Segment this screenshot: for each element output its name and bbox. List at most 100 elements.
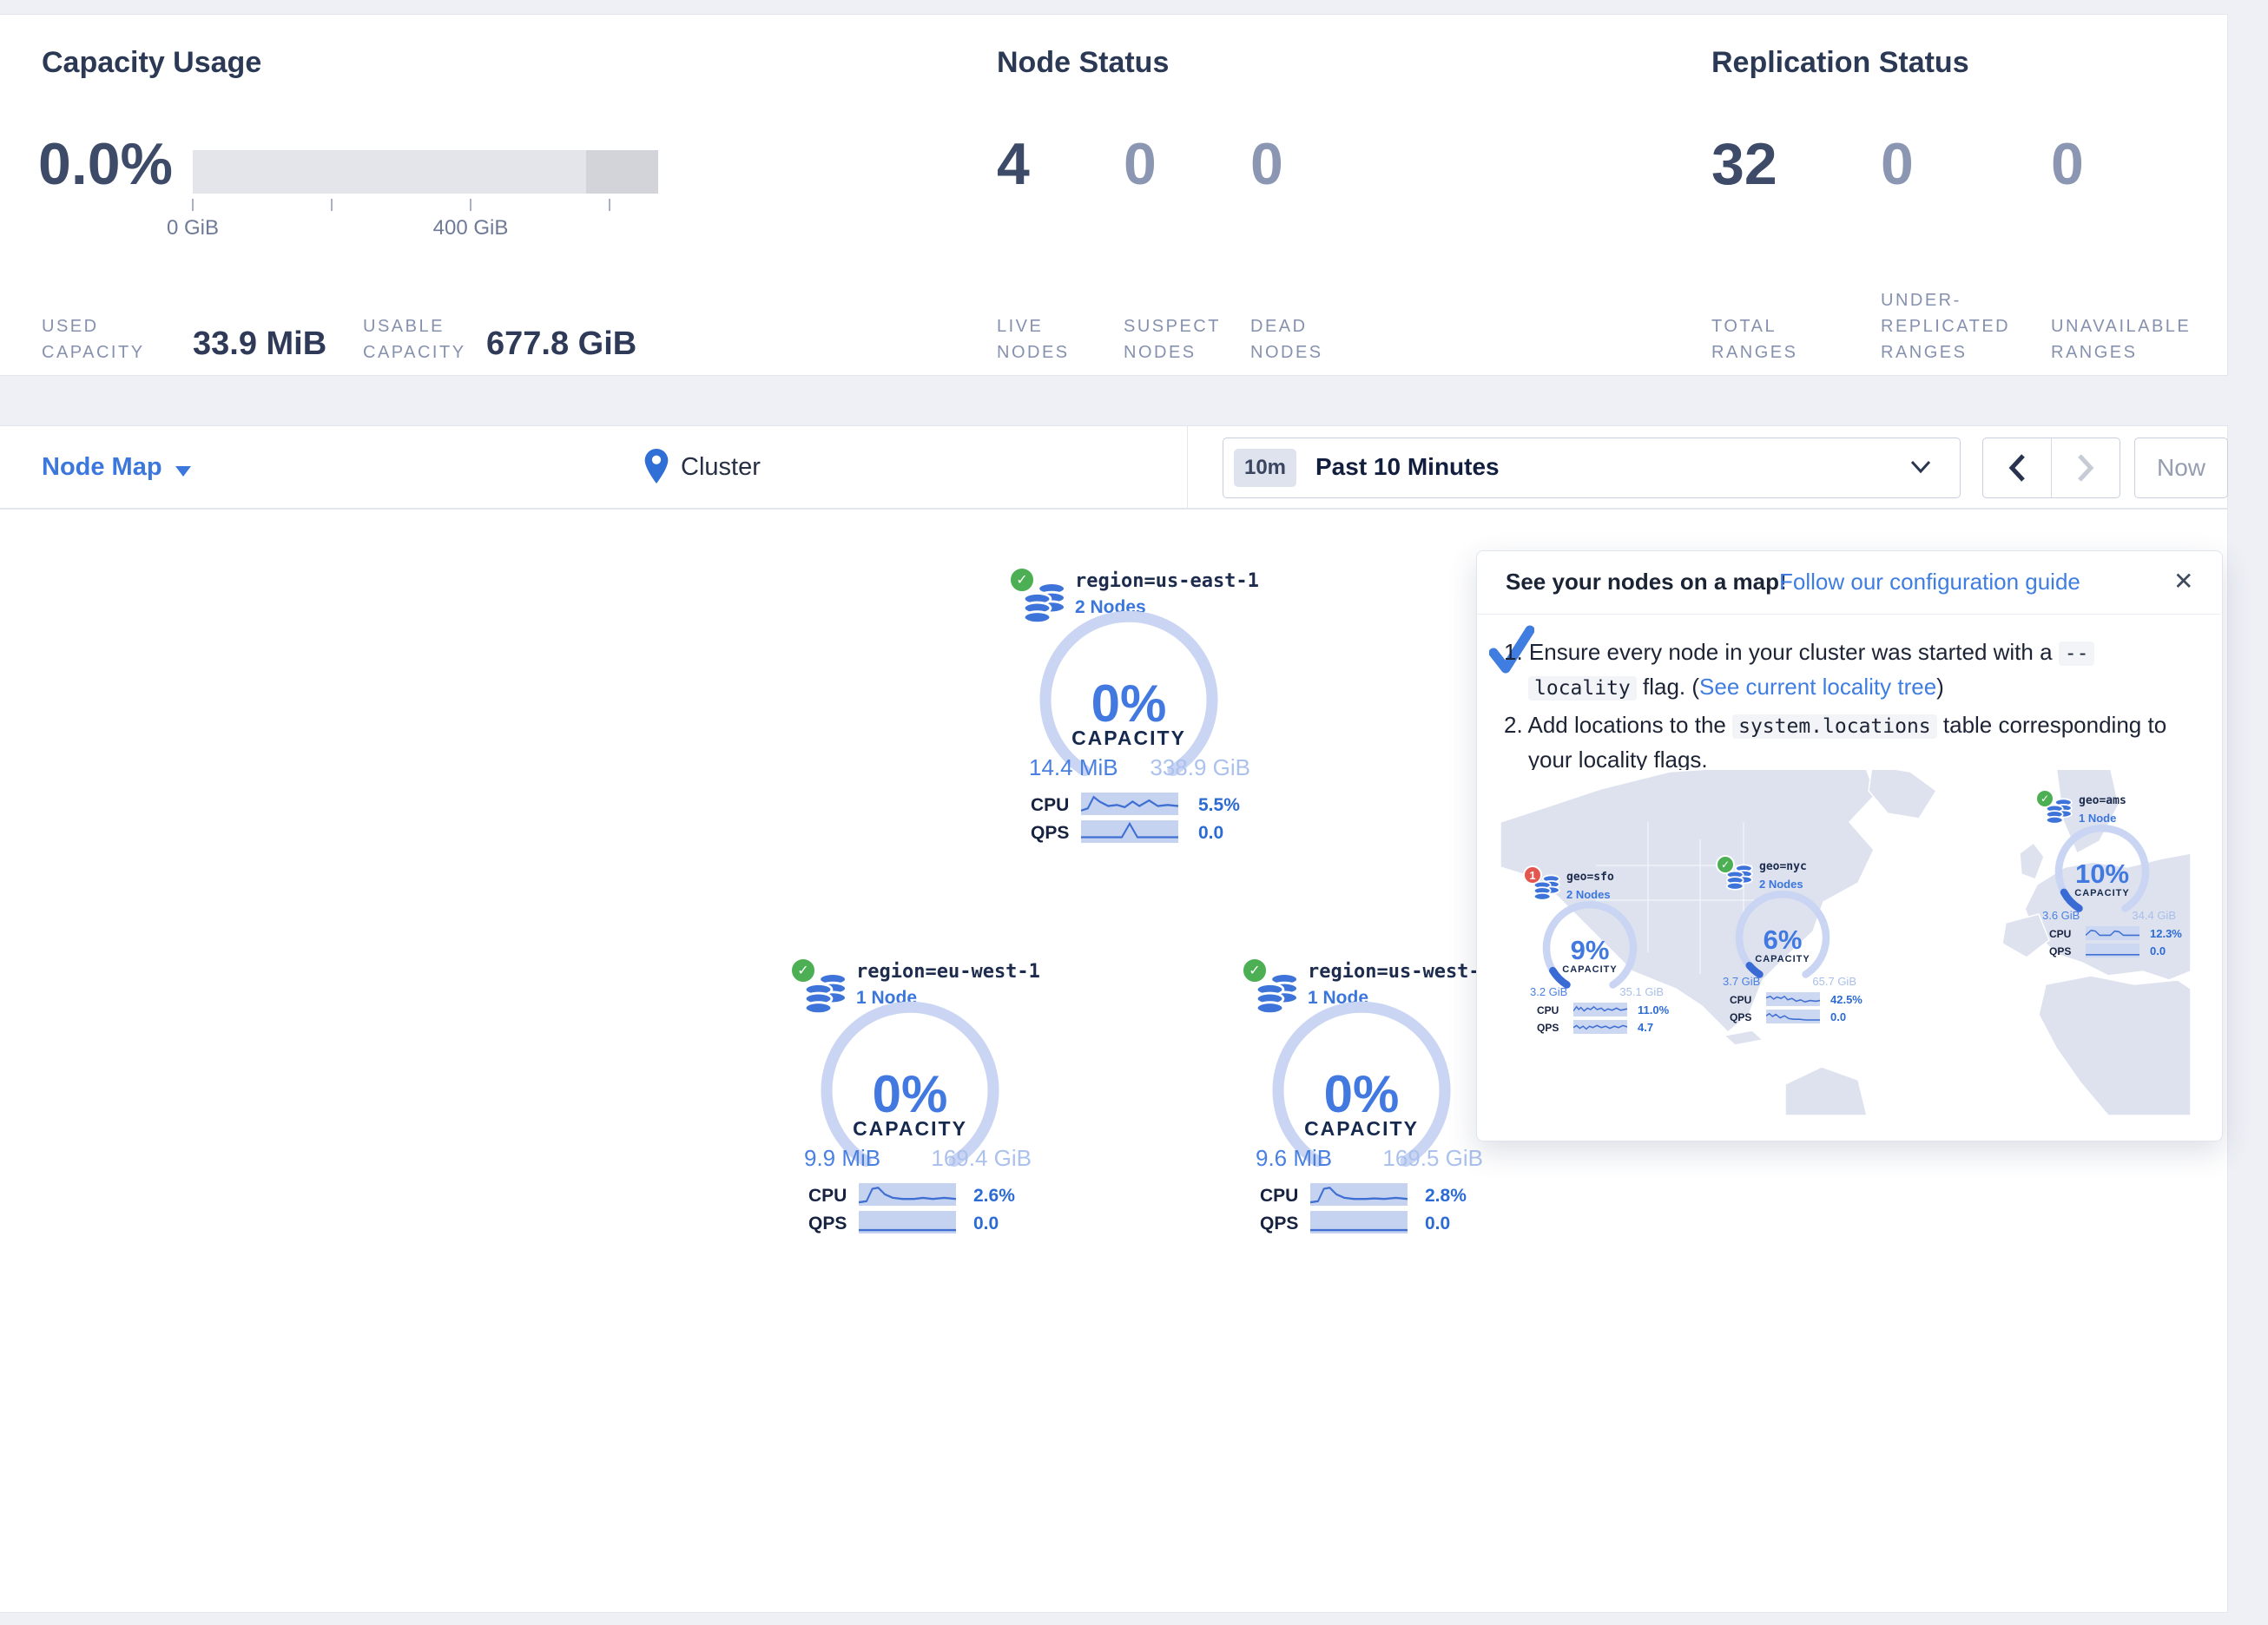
cpu-label: CPU xyxy=(808,1186,847,1207)
step-2-post: your locality flags. xyxy=(1528,747,1708,773)
capacity-tick-label-0: 0 GiB xyxy=(167,216,219,240)
popup-title: See your nodes on a map! xyxy=(1506,569,1787,595)
qps-value: 0.0 xyxy=(1425,1214,1450,1234)
mini-used-capacity: 3.6 GiB xyxy=(2042,909,2080,922)
live-nodes-value: 4 xyxy=(997,135,1030,194)
node-status-title: Node Status xyxy=(997,46,1169,80)
cpu-sparkline xyxy=(1573,1003,1627,1016)
code-locality: locality xyxy=(1528,676,1637,701)
dead-nodes-value: 0 xyxy=(1250,135,1283,194)
qps-label: QPS xyxy=(1730,1011,1751,1023)
region-label: region=us-east-1 xyxy=(1075,570,1259,592)
code-dash: -- xyxy=(2059,641,2095,666)
region-label: region=eu-west-1 xyxy=(856,961,1040,983)
chevron-left-icon xyxy=(2008,453,2027,483)
used-capacity-label: USED CAPACITY xyxy=(42,301,181,365)
mini-used-capacity: 3.7 GiB xyxy=(1723,975,1760,988)
cpu-label: CPU xyxy=(1260,1186,1298,1207)
qps-value: 0.0 xyxy=(1830,1010,1846,1023)
step-1-close: ) xyxy=(1936,674,1944,700)
qps-sparkline xyxy=(1573,1020,1627,1034)
cpu-label: CPU xyxy=(1537,1004,1559,1016)
region-card-eu-west-1[interactable]: ✓ region=eu-west-1 1 Node 0% CAPACITY 9.… xyxy=(775,947,1071,1247)
code-system-locations: system.locations xyxy=(1732,714,1937,739)
under-replicated-ranges-label: UNDER-REPLICATED RANGES xyxy=(1881,236,2041,365)
now-button[interactable]: Now xyxy=(2134,438,2228,498)
qps-label: QPS xyxy=(808,1214,847,1234)
chevron-down-icon[interactable] xyxy=(174,464,193,478)
mini-gauge-percent: 9% xyxy=(1538,935,1642,966)
cpu-label: CPU xyxy=(2049,928,2071,940)
qps-sparkline xyxy=(1766,1010,1820,1023)
gauge-percent: 0% xyxy=(1033,674,1224,734)
geo-label: geo=sfo xyxy=(1566,871,1614,884)
qps-value: 0.0 xyxy=(973,1214,999,1234)
region-card-us-east-1[interactable]: ✓ region=us-east-1 2 Nodes 0% CAPACITY 1… xyxy=(994,556,1289,856)
step-2: 2. Add locations to the system.locations… xyxy=(1504,708,2199,776)
popup-steps: 1. Ensure every node in your cluster was… xyxy=(1504,635,2199,776)
used-capacity: 14.4 MiB xyxy=(1029,754,1118,781)
step-2-text: Add locations to the xyxy=(1527,712,1732,738)
close-icon[interactable]: ✕ xyxy=(2173,567,2193,595)
toolbar-divider xyxy=(1187,426,1188,508)
summary-panel: Capacity Usage 0.0% 0 GiB 400 GiB USED C… xyxy=(0,14,2228,376)
used-capacity: 9.6 MiB xyxy=(1256,1145,1332,1172)
cpu-value: 5.5% xyxy=(1198,795,1240,816)
mini-total-capacity: 65.7 GiB xyxy=(1796,975,1856,988)
qps-label: QPS xyxy=(1537,1022,1559,1034)
capacity-bar-reserved-segment xyxy=(586,150,658,194)
cpu-sparkline xyxy=(1081,793,1178,815)
capacity-bar xyxy=(193,150,658,194)
mini-gauge-percent: 6% xyxy=(1731,924,1835,956)
breadcrumb[interactable]: Cluster xyxy=(681,453,761,482)
time-step-back-button[interactable] xyxy=(1983,438,2051,497)
map-node-geo-nyc[interactable]: ✓ geo=nyc 2 Nodes 6% CAPACITY xyxy=(1709,846,1882,1037)
step-2-mid: table corresponding to xyxy=(1937,712,2167,738)
capacity-tick xyxy=(609,199,610,211)
step-2-number: 2. xyxy=(1504,712,1523,738)
total-ranges-value: 32 xyxy=(1711,135,1777,194)
geo-label: geo=ams xyxy=(2079,794,2126,807)
step-1-text: Ensure every node in your cluster was st… xyxy=(1529,639,2059,665)
chevron-right-icon xyxy=(2076,453,2095,483)
dead-nodes-label: DEAD NODES xyxy=(1250,266,1346,365)
view-toolbar: Node Map Cluster 10m Past 10 Minutes Now xyxy=(0,425,2228,509)
cpu-value: 42.5% xyxy=(1830,993,1863,1006)
cpu-sparkline xyxy=(2086,926,2139,940)
cpu-sparkline xyxy=(1310,1183,1408,1206)
mini-used-capacity: 3.2 GiB xyxy=(1530,985,1567,998)
time-range-badge: 10m xyxy=(1234,449,1296,487)
qps-sparkline xyxy=(859,1211,956,1234)
live-nodes-label: LIVE NODES xyxy=(997,266,1092,365)
mini-gauge-capacity-label: CAPACITY xyxy=(1731,954,1835,964)
qps-label: QPS xyxy=(1260,1214,1298,1234)
location-pin-icon xyxy=(644,449,669,484)
suspect-nodes-value: 0 xyxy=(1124,135,1157,194)
suspect-nodes-label: SUSPECT NODES xyxy=(1124,266,1236,365)
qps-sparkline xyxy=(1310,1211,1408,1234)
time-range-select[interactable]: 10m Past 10 Minutes xyxy=(1223,438,1961,498)
view-selector-node-map[interactable]: Node Map xyxy=(42,453,162,482)
map-node-geo-sfo[interactable]: 1 geo=sfo 2 Nodes 9% CAPACITY xyxy=(1516,857,1690,1048)
mini-gauge-capacity-label: CAPACITY xyxy=(2050,888,2154,898)
node-map-canvas: ✓ region=us-east-1 2 Nodes 0% CAPACITY 1… xyxy=(0,509,2228,1613)
chevron-down-icon xyxy=(1909,459,1932,475)
gauge-percent: 0% xyxy=(814,1064,1005,1124)
capacity-tick xyxy=(470,199,471,211)
world-map: 1 geo=sfo 2 Nodes 9% CAPACITY xyxy=(1500,770,2191,1115)
mini-gauge-percent: 10% xyxy=(2050,859,2154,890)
under-replicated-ranges-value: 0 xyxy=(1881,135,1914,194)
region-label: region=us-west-1 xyxy=(1308,961,1492,983)
map-node-geo-ams[interactable]: ✓ geo=ams 1 Node 10% CAPACITY xyxy=(2028,780,2191,971)
time-range-label: Past 10 Minutes xyxy=(1315,453,1500,481)
locality-tree-link[interactable]: See current locality tree xyxy=(1699,674,1936,700)
time-step-buttons xyxy=(1982,438,2120,498)
configuration-guide-link[interactable]: Follow our configuration guide xyxy=(1779,569,2080,595)
gauge-capacity-label: CAPACITY xyxy=(1033,727,1224,750)
total-ranges-label: TOTAL RANGES xyxy=(1711,266,1833,365)
qps-sparkline xyxy=(1081,820,1178,843)
total-capacity: 169.4 GiB xyxy=(927,1145,1032,1172)
time-step-forward-button[interactable] xyxy=(2051,438,2120,497)
usable-capacity-value: 677.8 GiB xyxy=(486,326,636,363)
capacity-usage-title: Capacity Usage xyxy=(42,46,261,80)
